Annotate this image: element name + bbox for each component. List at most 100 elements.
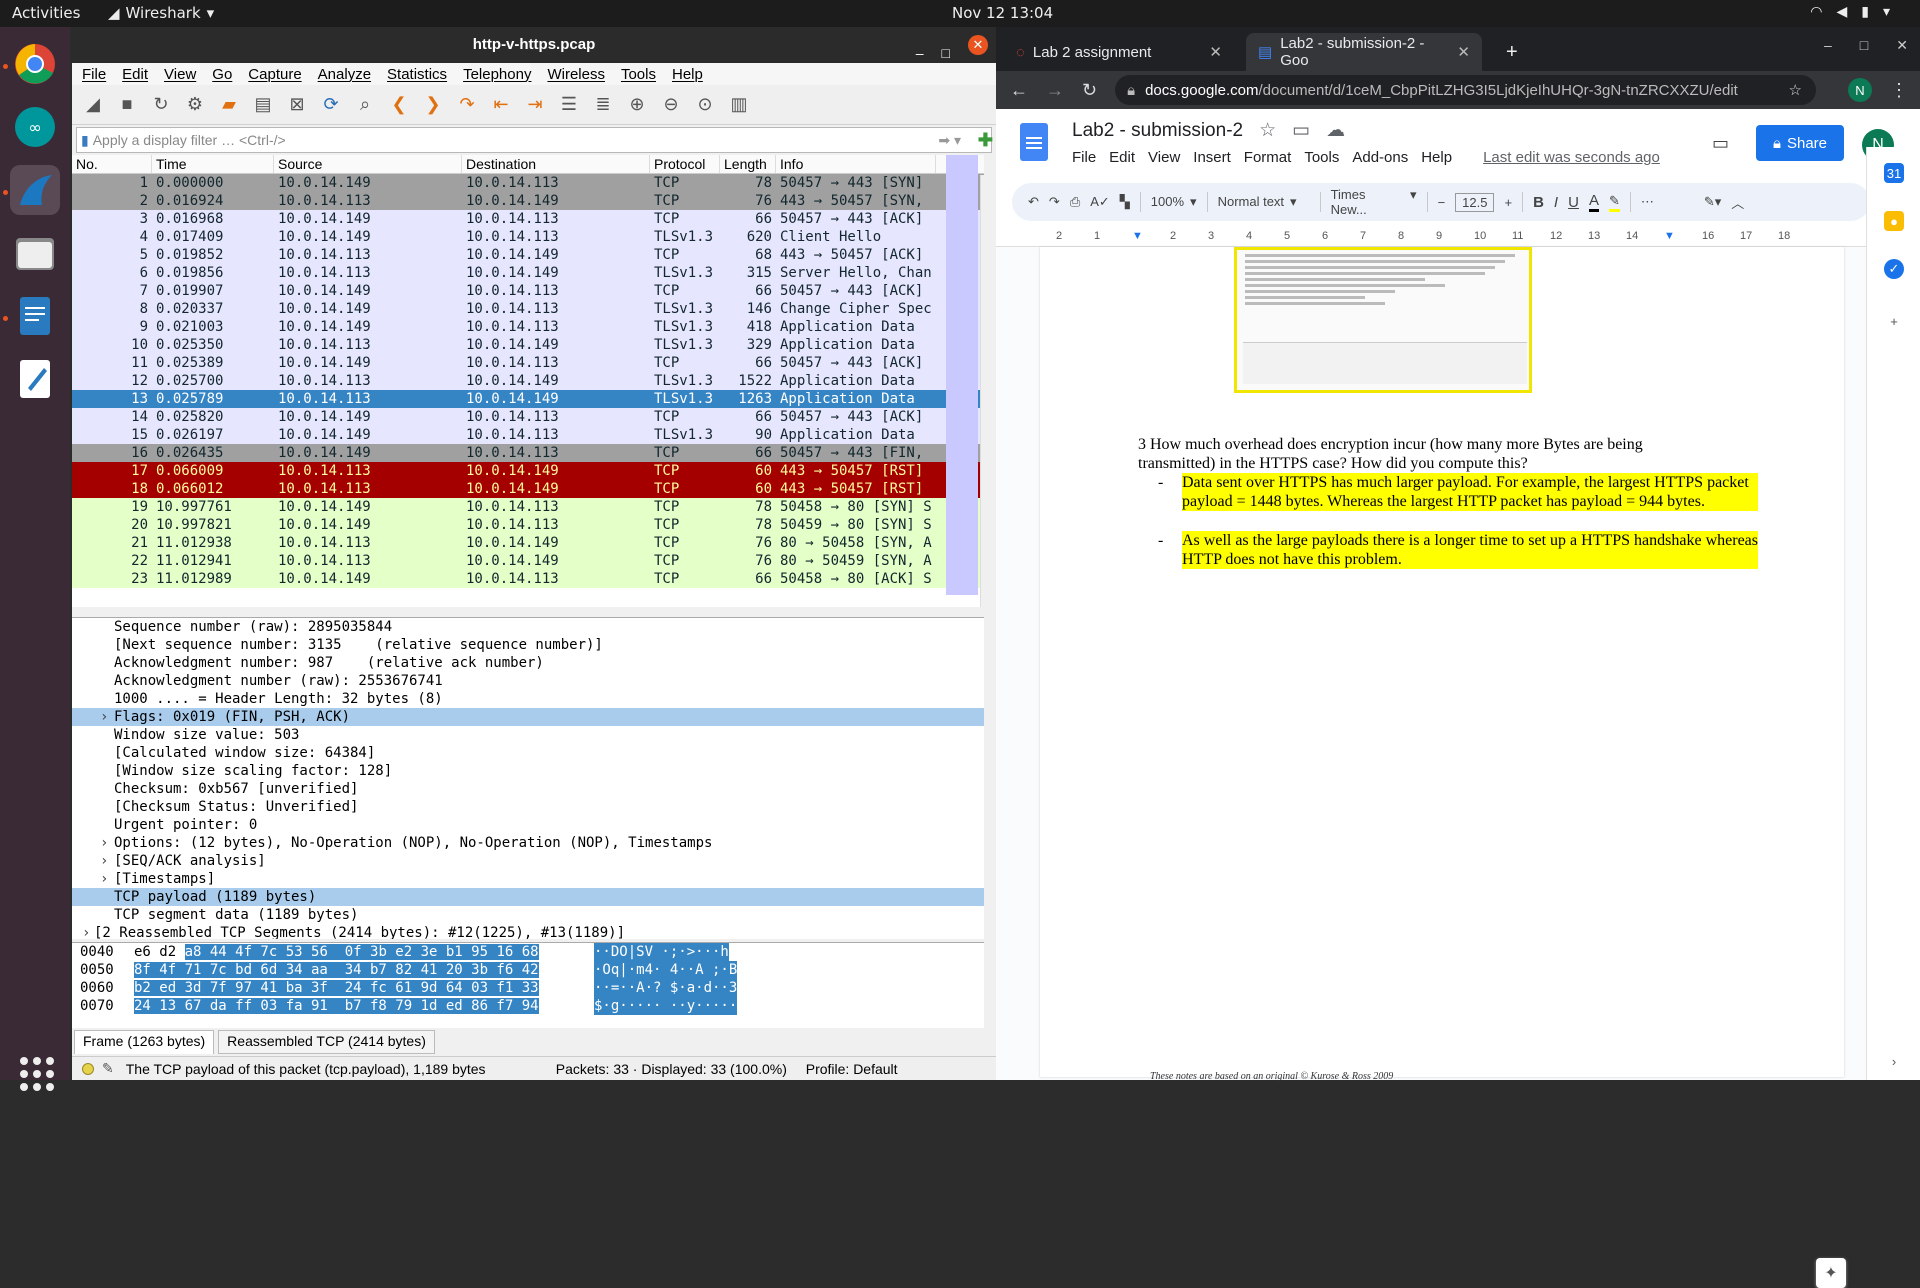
packet-row[interactable]: 5 0.019852 10.0.14.113 10.0.14.149 TCP 68 443 … bbox=[72, 246, 984, 264]
menu-analyze[interactable]: Analyze bbox=[318, 66, 371, 83]
move-folder-icon[interactable]: ▭ bbox=[1292, 119, 1310, 142]
apply-filter-icon[interactable]: ➡ ▾ bbox=[938, 132, 961, 149]
more-icon[interactable]: ⋯ bbox=[1641, 194, 1654, 210]
comment-history-icon[interactable]: ▭ bbox=[1712, 133, 1729, 154]
save-file-icon[interactable]: ▤ bbox=[250, 92, 276, 118]
files-icon[interactable] bbox=[10, 228, 60, 278]
detail-row[interactable]: 1000 .... = Header Length: 32 bytes (8) bbox=[72, 690, 984, 708]
close-file-icon[interactable]: ⊠ bbox=[284, 92, 310, 118]
arduino-icon[interactable]: ∞ bbox=[10, 102, 60, 152]
packet-list[interactable]: No. Time Source Destination Protocol Len… bbox=[72, 155, 984, 607]
ruler[interactable]: 2 1 ▼ 2 3 4 5 6 7 8 9 10 11 12 13 14 ▼ 1… bbox=[996, 227, 1866, 247]
embedded-screenshot[interactable] bbox=[1234, 247, 1532, 393]
reload-icon[interactable]: ↻ bbox=[1082, 80, 1097, 101]
reload-file-icon[interactable]: ⟳ bbox=[318, 92, 344, 118]
tab-lab2-submission[interactable]: ▤ Lab2 - submission-2 - Goo ✕ bbox=[1246, 33, 1482, 71]
cloud-status-icon[interactable]: ☁ bbox=[1326, 119, 1345, 142]
add-addon-icon[interactable]: + bbox=[1884, 311, 1904, 331]
close-tab-icon[interactable]: ✕ bbox=[1209, 43, 1222, 61]
column-protocol[interactable]: Protocol bbox=[650, 155, 720, 173]
packet-row[interactable]: 12 0.025700 10.0.14.113 10.0.14.149 TLSv1.3 1… bbox=[72, 372, 984, 390]
tasks-icon[interactable]: ✓ bbox=[1884, 259, 1904, 279]
open-file-icon[interactable]: ▰ bbox=[216, 92, 242, 118]
activities-button[interactable]: Activities bbox=[12, 4, 80, 22]
docs-menu-help[interactable]: Help bbox=[1421, 149, 1452, 166]
packet-minimap[interactable] bbox=[946, 155, 978, 595]
go-forward-icon[interactable]: ❯ bbox=[420, 92, 446, 118]
column-length[interactable]: Length bbox=[720, 155, 776, 173]
packet-row[interactable]: 23 11.012989 10.0.14.149 10.0.14.113 TCP 66 50… bbox=[72, 570, 984, 588]
detail-row[interactable]: Sequence number (raw): 2895035844 bbox=[72, 618, 984, 636]
menu-statistics[interactable]: Statistics bbox=[387, 66, 447, 83]
font-size-input[interactable]: 12.5 bbox=[1455, 192, 1495, 212]
keep-icon[interactable]: ● bbox=[1884, 211, 1904, 231]
first-packet-icon[interactable]: ⇤ bbox=[488, 92, 514, 118]
minimize-icon[interactable]: ‒ bbox=[916, 35, 924, 71]
docs-menu-view[interactable]: View bbox=[1148, 149, 1180, 166]
column-source[interactable]: Source bbox=[274, 155, 462, 173]
profile-avatar[interactable]: N bbox=[1848, 78, 1872, 102]
close-icon[interactable]: ✕ bbox=[968, 35, 988, 55]
stop-capture-icon[interactable]: ■ bbox=[114, 92, 140, 118]
menu-help[interactable]: Help bbox=[672, 66, 703, 83]
chrome-icon[interactable] bbox=[10, 39, 60, 89]
underline-icon[interactable]: U bbox=[1568, 194, 1579, 211]
packet-row[interactable]: 19 10.997761 10.0.14.149 10.0.14.113 TCP 78 50… bbox=[72, 498, 984, 516]
docs-menu-format[interactable]: Format bbox=[1244, 149, 1292, 166]
hex-row[interactable]: 0050 8f 4f 71 7c bd 6d 34 aa 34 b7 82 41 … bbox=[72, 961, 984, 979]
menu-edit[interactable]: Edit bbox=[122, 66, 148, 83]
detail-row[interactable]: [Calculated window size: 64384] bbox=[72, 744, 984, 762]
packet-row[interactable]: 9 0.021003 10.0.14.149 10.0.14.113 TLSv1.3 41… bbox=[72, 318, 984, 336]
italic-icon[interactable]: I bbox=[1554, 194, 1558, 211]
detail-row[interactable]: [Window size scaling factor: 128] bbox=[72, 762, 984, 780]
menu-capture[interactable]: Capture bbox=[248, 66, 301, 83]
text-editor-icon[interactable] bbox=[10, 354, 60, 404]
zoom-in-icon[interactable]: ⊕ bbox=[624, 92, 650, 118]
libreoffice-writer-icon[interactable] bbox=[10, 291, 60, 341]
new-tab-icon[interactable]: + bbox=[1506, 41, 1518, 64]
explore-icon[interactable]: ✦ bbox=[1816, 1258, 1846, 1288]
hex-row[interactable]: 0040 e6 d2 a8 44 4f 7c 53 56 0f 3b e2 3e … bbox=[72, 943, 984, 961]
close-icon[interactable]: ✕ bbox=[1896, 37, 1908, 54]
docs-menu-addons[interactable]: Add-ons bbox=[1352, 149, 1408, 166]
document-title[interactable]: Lab2 - submission-2 bbox=[1072, 120, 1243, 142]
packet-row[interactable]: 10 0.025350 10.0.14.113 10.0.14.149 TLSv1.3 3… bbox=[72, 336, 984, 354]
redo-icon[interactable]: ↷ bbox=[1049, 194, 1060, 210]
packet-row[interactable]: 16 0.026435 10.0.14.149 10.0.14.113 TCP 66 504… bbox=[72, 444, 984, 462]
packet-row[interactable]: 2 0.016924 10.0.14.113 10.0.14.149 TCP 76 443 … bbox=[72, 192, 984, 210]
packet-bytes[interactable]: 0040 e6 d2 a8 44 4f 7c 53 56 0f 3b e2 3e … bbox=[72, 942, 984, 1028]
minimize-icon[interactable]: ‒ bbox=[1824, 37, 1832, 54]
left-indent-icon[interactable]: ▼ bbox=[1132, 230, 1143, 242]
spellcheck-icon[interactable]: A✓ bbox=[1090, 194, 1110, 210]
last-packet-icon[interactable]: ⇥ bbox=[522, 92, 548, 118]
detail-row[interactable]: TCP segment data (1189 bytes) bbox=[72, 906, 984, 924]
packet-row[interactable]: 20 10.997821 10.0.14.149 10.0.14.113 TCP 78 50… bbox=[72, 516, 984, 534]
detail-row[interactable]: TCP payload (1189 bytes) bbox=[72, 888, 984, 906]
start-capture-icon[interactable]: ◢ bbox=[80, 92, 106, 118]
system-tray[interactable]: ◠ ◀ ▮ ▾ bbox=[1810, 4, 1890, 20]
star-icon[interactable]: ☆ bbox=[1259, 119, 1276, 142]
packet-list-scrollbar[interactable] bbox=[980, 175, 994, 607]
add-filter-icon[interactable]: ✚ bbox=[978, 130, 993, 151]
wireshark-icon[interactable] bbox=[10, 165, 60, 215]
chevron-right-icon[interactable]: › bbox=[1884, 1051, 1904, 1071]
restart-capture-icon[interactable]: ↻ bbox=[148, 92, 174, 118]
hex-row[interactable]: 0070 24 13 67 da ff 03 fa 91 b7 f8 79 1d … bbox=[72, 997, 984, 1015]
docs-logo-icon[interactable] bbox=[1020, 123, 1048, 161]
detail-row[interactable]: Acknowledgment number: 987 (relative ack… bbox=[72, 654, 984, 672]
tab-frame[interactable]: Frame (1263 bytes) bbox=[74, 1030, 215, 1054]
packet-row[interactable]: 8 0.020337 10.0.14.149 10.0.14.113 TLSv1.3 14… bbox=[72, 300, 984, 318]
packet-row[interactable]: 6 0.019856 10.0.14.113 10.0.14.149 TLSv1.3 31… bbox=[72, 264, 984, 282]
undo-icon[interactable]: ↶ bbox=[1028, 194, 1039, 210]
detail-row[interactable]: [SEQ/ACK analysis] bbox=[72, 852, 984, 870]
packet-row[interactable]: 7 0.019907 10.0.14.149 10.0.14.113 TCP 66 5045… bbox=[72, 282, 984, 300]
column-no[interactable]: No. bbox=[72, 155, 152, 173]
packet-row[interactable]: 14 0.025820 10.0.14.149 10.0.14.113 TCP 66 504… bbox=[72, 408, 984, 426]
menu-view[interactable]: View bbox=[164, 66, 196, 83]
zoom-out-icon[interactable]: ⊖ bbox=[658, 92, 684, 118]
autoscroll-icon[interactable]: ☰ bbox=[556, 92, 582, 118]
detail-row[interactable]: [Checksum Status: Unverified] bbox=[72, 798, 984, 816]
column-destination[interactable]: Destination bbox=[462, 155, 650, 173]
menu-go[interactable]: Go bbox=[212, 66, 232, 83]
style-select[interactable]: Normal text ▾ bbox=[1218, 194, 1310, 210]
